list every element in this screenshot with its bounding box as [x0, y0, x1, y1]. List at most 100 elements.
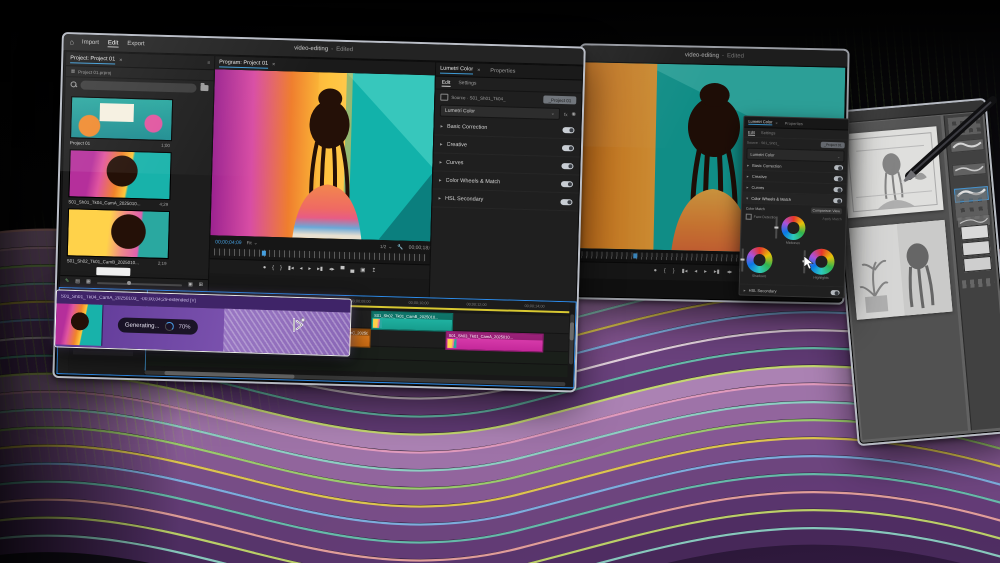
- playhead-1[interactable]: [262, 251, 266, 256]
- subtab-edit-2[interactable]: Edit: [748, 129, 755, 135]
- project-item-file-partial[interactable]: [96, 267, 130, 276]
- ruler-label: 00;00;12;00: [467, 302, 487, 307]
- subtab-settings[interactable]: Settings: [458, 80, 476, 87]
- fx-toggle[interactable]: [560, 198, 572, 204]
- export-frame-icon[interactable]: ▣: [360, 268, 365, 274]
- step-back-icon[interactable]: ◂: [694, 270, 697, 276]
- chevron-right-icon: ▸: [746, 184, 748, 189]
- project-item-sequence[interactable]: Project 01 1;00: [70, 96, 171, 149]
- midtones-slider[interactable]: [775, 216, 778, 238]
- tab-close-icon[interactable]: ×: [477, 67, 480, 73]
- go-to-in-icon[interactable]: ▮◂: [682, 270, 688, 276]
- step-back-icon[interactable]: ◂: [300, 266, 303, 272]
- fx-toggle[interactable]: [562, 127, 574, 133]
- mark-out-icon[interactable]: }: [280, 266, 282, 272]
- subtab-settings-2[interactable]: Settings: [761, 130, 776, 135]
- new-bin-icon[interactable]: ▣: [188, 283, 193, 288]
- tab-properties[interactable]: Properties: [490, 67, 515, 74]
- subtab-edit[interactable]: Edit: [442, 79, 451, 86]
- zoom-slider[interactable]: [97, 282, 182, 286]
- tab-project[interactable]: Project: Project 01: [70, 55, 115, 64]
- project-item-clip1[interactable]: S01_Sh01_Tk04_CamA_2025010... 4;29: [68, 149, 170, 208]
- fx-toggle[interactable]: [833, 198, 842, 203]
- play-icon[interactable]: ▸: [704, 270, 707, 276]
- chevron-right-icon: ▸: [439, 177, 442, 183]
- extract-icon[interactable]: ▄: [350, 268, 354, 274]
- tab-lumetri-color-2[interactable]: Lumetri Color: [748, 119, 772, 126]
- new-item-icon[interactable]: ⊞: [199, 283, 203, 288]
- section-label: Color Wheels & Match: [445, 177, 557, 186]
- section-hsl-2[interactable]: ▸ HSL Secondary: [740, 284, 844, 298]
- title-separator-1: -: [331, 47, 333, 53]
- item-duration: 4;29: [159, 202, 168, 207]
- resolution-dropdown[interactable]: 1/2 ⌄: [380, 243, 393, 249]
- timeline-vertical-scrollbar[interactable]: [569, 314, 574, 364]
- layer-thumb-3[interactable]: [963, 256, 992, 272]
- go-to-out-icon[interactable]: ◂▸: [329, 267, 335, 273]
- eye-visibility-icon[interactable]: ◉: [571, 111, 576, 117]
- layer-thumb-1[interactable]: [960, 224, 989, 240]
- item-name: Project 01: [70, 140, 161, 148]
- fx-toggle[interactable]: [831, 290, 840, 295]
- generative-extend-clip[interactable]: S01_Sh01_Tk04_CamA_20250103_ -00;00;04;2…: [54, 289, 352, 356]
- playhead-2[interactable]: [633, 253, 637, 258]
- tab-lumetri-color[interactable]: Lumetri Color: [440, 65, 473, 74]
- fx-toggle[interactable]: [833, 187, 842, 192]
- list-view-icon[interactable]: ▤: [75, 279, 80, 284]
- timeline-clip-teal[interactable]: S01_Sh02_Tk01_CamB_2025010...: [371, 311, 453, 332]
- tab-program[interactable]: Program: Project 01: [219, 59, 268, 68]
- source-chip-button[interactable]: _Project 01: [543, 95, 576, 104]
- record-icon[interactable]: ●: [263, 265, 266, 271]
- fx-toggle[interactable]: [562, 145, 574, 151]
- play-icon[interactable]: ▸: [308, 267, 311, 273]
- section-label: Creative: [446, 141, 558, 150]
- storyboard-frame-2[interactable]: [849, 220, 953, 320]
- midtones-wheel[interactable]: [781, 216, 806, 241]
- project-item-clip2[interactable]: S01_Sh02_Tk01_CamB_2025010... 2;19: [67, 208, 169, 267]
- icon-view-icon[interactable]: ▦: [86, 280, 91, 285]
- source-chip-2[interactable]: _Project 01: [821, 142, 845, 149]
- shadows-slider[interactable]: [741, 249, 744, 272]
- rail-bottom-icons[interactable]: [962, 278, 995, 289]
- go-to-in-icon[interactable]: ▮◂: [288, 266, 294, 272]
- step-forward-icon[interactable]: ▸▮: [714, 270, 720, 276]
- fx-toggle[interactable]: [561, 162, 573, 168]
- section-hsl-secondary[interactable]: ▸ HSL Secondary: [432, 189, 578, 211]
- search-input[interactable]: [80, 80, 197, 92]
- tab-close-icon[interactable]: ×: [272, 61, 275, 67]
- fx-toggle[interactable]: [834, 165, 843, 170]
- menu-export[interactable]: Export: [127, 41, 145, 47]
- comparison-view-button[interactable]: Comparison View: [810, 207, 842, 214]
- menu-edit[interactable]: Edit: [108, 40, 119, 47]
- fx-toggle[interactable]: [834, 176, 843, 181]
- folder-icon[interactable]: [201, 85, 209, 91]
- fx-toggle[interactable]: [561, 180, 573, 186]
- tab-close-2[interactable]: ×: [775, 120, 777, 125]
- gen-clip-thumbnail: [55, 303, 103, 345]
- layer-thumb-2[interactable]: [962, 240, 991, 256]
- go-to-out-icon[interactable]: ◂▸: [727, 271, 733, 277]
- clip1-thumbnail: [68, 149, 171, 200]
- settings-wrench-icon[interactable]: 🔧: [397, 244, 403, 250]
- sequence-thumbnail: [70, 96, 173, 141]
- record-icon[interactable]: ●: [654, 269, 657, 275]
- tab-close-icon[interactable]: ×: [119, 57, 122, 63]
- video-frame-1: [210, 69, 435, 241]
- tab-properties-2[interactable]: Properties: [785, 120, 803, 126]
- pen-tool-icon[interactable]: ✎: [65, 279, 69, 284]
- mark-out-icon[interactable]: }: [673, 269, 675, 275]
- home-icon[interactable]: ⌂: [70, 39, 74, 46]
- fx-badge-icon[interactable]: fx: [564, 112, 568, 117]
- mark-in-icon[interactable]: {: [272, 266, 274, 272]
- lumetri-floating-panel[interactable]: Lumetri Color × Properties Edit Settings…: [739, 116, 850, 299]
- step-forward-icon[interactable]: ▸▮: [317, 267, 323, 273]
- lift-icon[interactable]: ▀: [340, 268, 344, 274]
- mark-in-icon[interactable]: {: [664, 269, 666, 275]
- settings-icon[interactable]: ↥: [371, 268, 376, 274]
- fit-dropdown[interactable]: Fit ⌄: [247, 240, 258, 246]
- timeline-clip-pink[interactable]: S01_Sh03_Tk01_CamA_2025010...: [445, 331, 543, 353]
- shadows-wheel[interactable]: [746, 247, 773, 274]
- menu-import[interactable]: Import: [82, 40, 99, 46]
- panel-icon-row[interactable]: [954, 192, 988, 221]
- panel-menu-icon[interactable]: ≡: [207, 60, 210, 66]
